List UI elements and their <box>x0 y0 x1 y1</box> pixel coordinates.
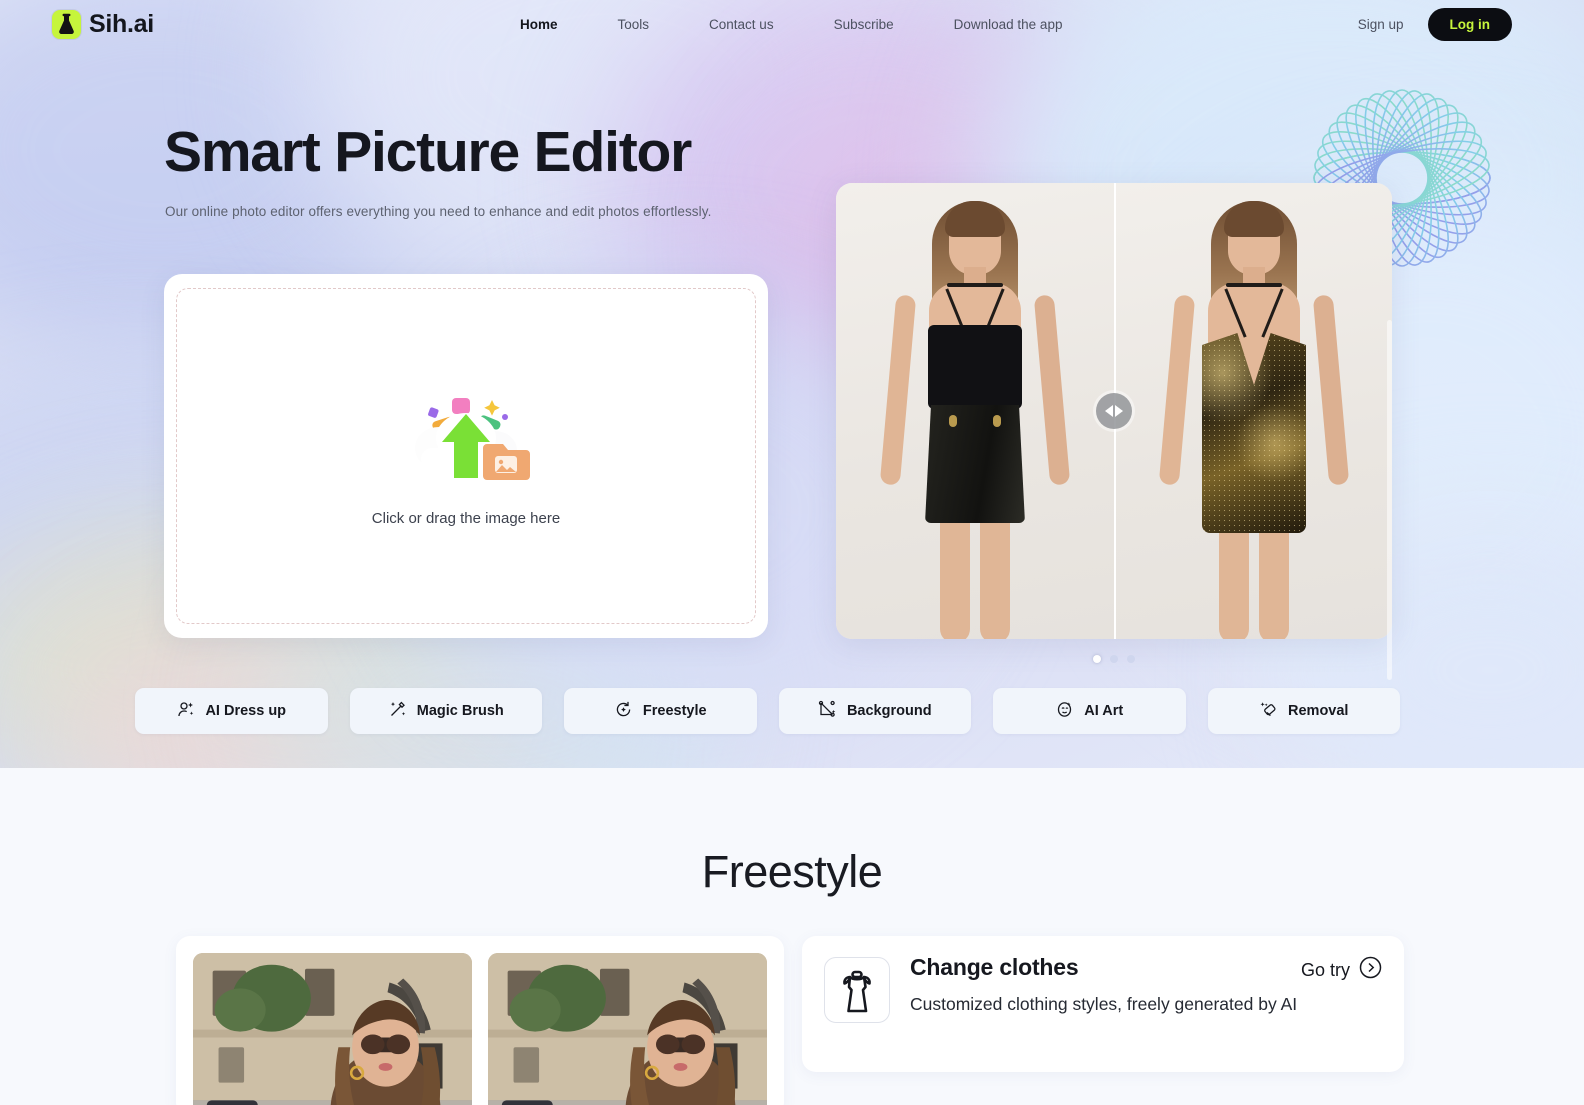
log-in-button[interactable]: Log in <box>1427 7 1512 41</box>
person-sparkle-icon <box>176 700 195 723</box>
crop-sparkle-icon <box>818 700 837 723</box>
tool-button-label: Freestyle <box>642 703 707 719</box>
tool-button-label: AI Art <box>1084 703 1124 719</box>
vertical-scrollbar[interactable] <box>1387 320 1392 680</box>
tool-button-label: AI Dress up <box>205 703 287 719</box>
gallery-image-after <box>488 953 767 1105</box>
tool-button-ai-dress-up[interactable]: AI Dress up <box>135 688 328 734</box>
eraser-sparkle-icon <box>1259 700 1278 723</box>
card-description: Customized clothing styles, freely gener… <box>910 994 1298 1014</box>
nav-item-home[interactable]: Home <box>490 17 588 32</box>
tool-button-magic-brush[interactable]: Magic Brush <box>349 688 542 734</box>
cloud-upload-image-icon <box>391 386 541 486</box>
magic-wand-icon <box>388 700 407 723</box>
carousel-dot[interactable] <box>1110 655 1118 663</box>
auth-actions: Sign up Log in <box>1358 0 1512 48</box>
nav-item-download-the-app[interactable]: Download the app <box>924 17 1093 32</box>
page-subtitle: Our online photo editor offers everythin… <box>165 204 712 219</box>
compare-slider-icon[interactable] <box>1096 393 1132 429</box>
refresh-sparkle-icon <box>614 700 633 723</box>
carousel-dot[interactable] <box>1093 655 1101 663</box>
tool-button-label: Magic Brush <box>416 703 504 719</box>
page-title: Smart Picture Editor <box>164 120 692 184</box>
section-title: Freestyle <box>701 846 883 897</box>
logo-text: Sih.ai <box>89 9 154 38</box>
top-navigation-bar: Sih.ai Home Tools Contact us Subscribe D… <box>0 0 1584 48</box>
nav-item-contact-us[interactable]: Contact us <box>679 17 804 32</box>
page-root: Sih.ai Home Tools Contact us Subscribe D… <box>0 0 1584 1105</box>
flask-icon <box>52 9 81 39</box>
sign-up-link[interactable]: Sign up <box>1358 17 1404 32</box>
logo[interactable]: Sih.ai <box>52 9 154 39</box>
preview-before-image <box>836 183 1114 639</box>
card-body: Change clothes Customized clothing style… <box>910 954 1382 1054</box>
nav-item-subscribe[interactable]: Subscribe <box>804 17 924 32</box>
tool-button-freestyle[interactable]: Freestyle <box>564 688 757 734</box>
tool-button-background[interactable]: Background <box>778 688 971 734</box>
carousel-dots <box>836 655 1392 663</box>
tool-button-ai-art[interactable]: AI Art <box>993 688 1186 734</box>
preview-after-image <box>1114 183 1392 639</box>
carousel-dot[interactable] <box>1127 655 1135 663</box>
tool-button-row: AI Dress up Magic Brush Freestyle Backgr… <box>135 688 1400 734</box>
change-clothes-card[interactable]: Change clothes Customized clothing style… <box>802 936 1404 1072</box>
image-dropzone[interactable]: Click or drag the image here <box>176 288 756 624</box>
tool-button-label: Background <box>846 703 932 719</box>
dropzone-hint: Click or drag the image here <box>371 509 561 527</box>
go-try-label: Go try <box>1300 959 1350 980</box>
gallery-image-before <box>193 953 472 1105</box>
face-sparkle-icon <box>1055 700 1074 723</box>
tool-button-label: Removal <box>1288 703 1349 719</box>
tool-button-removal[interactable]: Removal <box>1207 688 1400 734</box>
dress-icon <box>824 957 890 1023</box>
nav-item-tools[interactable]: Tools <box>588 17 680 32</box>
freestyle-gallery-card[interactable] <box>176 936 784 1105</box>
chevron-right-circle-icon <box>1359 956 1382 984</box>
go-try-button[interactable]: Go try <box>1301 956 1382 984</box>
main-nav: Home Tools Contact us Subscribe Download… <box>490 0 1092 48</box>
before-after-preview[interactable] <box>836 183 1392 639</box>
upload-card: Click or drag the image here <box>164 274 768 638</box>
